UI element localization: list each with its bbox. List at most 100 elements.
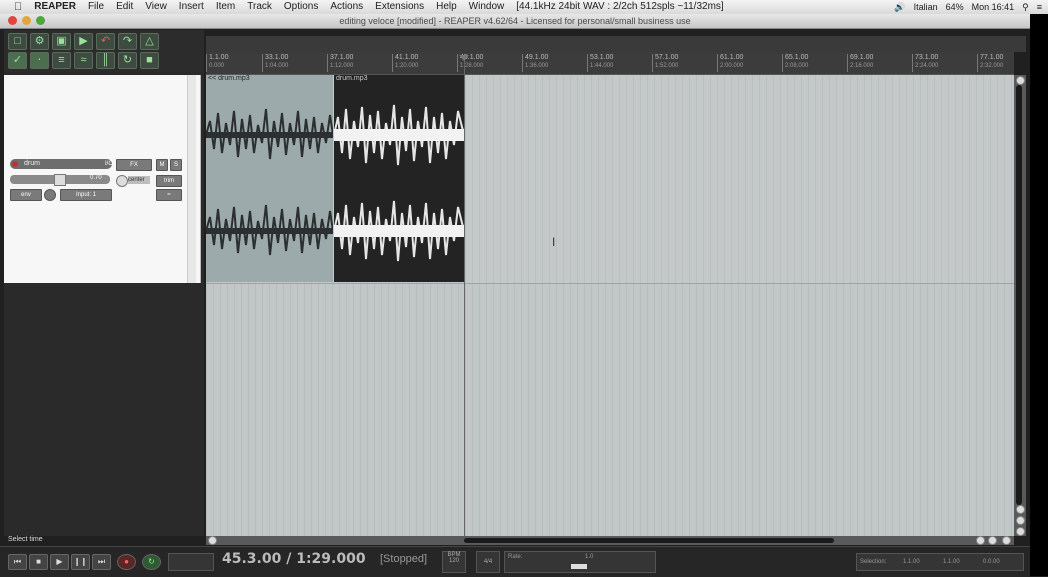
horizontal-scroll-thumb[interactable] <box>464 538 834 543</box>
minimize-window-button[interactable] <box>22 16 31 25</box>
menu-edit[interactable]: Edit <box>110 0 139 14</box>
main-toolbar: □ ⚙ ▣ ▶ ↶ ↷ △ ✓ ⋅ ≡ ≈ ║ ↻ ■ <box>4 30 204 72</box>
selection-length: 0.0.00 <box>983 559 1000 565</box>
ruler-tick: 69.1.00 2:16.000 <box>847 54 873 72</box>
mute-button[interactable]: M <box>156 159 168 171</box>
menu-extensions[interactable]: Extensions <box>369 0 430 14</box>
mouse-ibeam-icon: I <box>552 235 556 249</box>
go-to-end-icon[interactable]: ⏭ <box>92 554 111 570</box>
scroll-left-icon[interactable] <box>208 536 217 545</box>
input-language[interactable]: Italian <box>914 2 938 12</box>
menu-help[interactable]: Help <box>430 0 463 14</box>
selection-display[interactable]: Selection: 1.1.00 1.1.00 0.0.00 <box>856 553 1024 571</box>
zoom-out-horizontal-icon[interactable] <box>988 536 997 545</box>
vertical-scrollbar[interactable] <box>1014 75 1026 536</box>
pan-knob[interactable] <box>116 175 128 187</box>
apple-menu-icon[interactable]:  <box>0 0 28 14</box>
metronome-icon[interactable]: △ <box>140 33 159 50</box>
rate-label: Rate: <box>508 554 523 560</box>
solo-button[interactable]: S <box>170 159 182 171</box>
zoom-in-vertical-icon[interactable] <box>1016 505 1025 514</box>
ruler-tick: 37.1.00 1:12.000 <box>327 54 353 72</box>
volume-icon[interactable]: 🔊 <box>894 2 905 13</box>
track-name-field[interactable]: drum I/O <box>10 159 113 169</box>
zoom-in-horizontal-icon[interactable] <box>976 536 985 545</box>
repeat-icon[interactable]: ↻ <box>142 554 161 570</box>
go-to-start-icon[interactable]: ⏮ <box>8 554 27 570</box>
track-lane[interactable]: << drum.mp3 drum.mp3 <box>206 75 1014 284</box>
ruler-tick: 33.1.00 1:04.000 <box>262 54 288 72</box>
app-menu[interactable]: REAPER <box>28 0 82 14</box>
envelope-button[interactable]: ≈ <box>156 189 182 201</box>
arrange-view[interactable]: << drum.mp3 drum.mp3 <box>206 75 1014 536</box>
io-button[interactable]: I/O <box>105 159 113 169</box>
new-project-icon[interactable]: □ <box>8 33 27 50</box>
tcp-scrollbar[interactable] <box>187 75 196 283</box>
scroll-down-icon[interactable] <box>1016 527 1025 536</box>
edit-cursor[interactable] <box>464 55 465 536</box>
spotlight-search-icon[interactable]: ⚲ <box>1022 2 1029 13</box>
envelope-icon[interactable]: ≈ <box>74 52 93 69</box>
vertical-scroll-thumb[interactable] <box>1016 85 1022 505</box>
rate-slider-knob[interactable] <box>571 564 587 569</box>
input-select[interactable]: Input: 1 <box>60 189 112 201</box>
bpm-value: 120 <box>448 558 459 564</box>
bpm-display[interactable]: BPM 120 <box>442 551 466 573</box>
fx-chain-button[interactable]: trim <box>156 175 182 187</box>
redo-icon[interactable]: ↷ <box>118 33 137 50</box>
media-item[interactable]: << drum.mp3 <box>206 75 333 282</box>
rate-control[interactable]: Rate: 1.0 <box>504 551 656 573</box>
ruler-marker-lane[interactable] <box>206 36 1026 52</box>
audio-device-info[interactable]: [44.1kHz 24bit WAV : 2/2ch 512spls ~11/3… <box>510 0 729 14</box>
zoom-out-vertical-icon[interactable] <box>1016 516 1025 525</box>
media-item-selected[interactable]: drum.mp3 <box>334 75 464 282</box>
monitor-knob[interactable] <box>44 189 56 201</box>
menu-insert[interactable]: Insert <box>173 0 210 14</box>
volume-knob[interactable] <box>54 174 66 186</box>
menu-track[interactable]: Track <box>241 0 278 14</box>
auto-crossfade-icon[interactable]: ✓ <box>8 52 27 69</box>
clock[interactable]: Mon 16:41 <box>972 2 1015 12</box>
menu-view[interactable]: View <box>139 0 173 14</box>
zoom-window-button[interactable] <box>36 16 45 25</box>
loop-icon[interactable]: ↻ <box>118 52 137 69</box>
ripple-edit-icon[interactable]: ≡ <box>52 52 71 69</box>
save-icon[interactable]: ▣ <box>52 33 71 50</box>
play-icon[interactable]: ▶ <box>50 554 69 570</box>
grid-snap-icon[interactable]: ⋅ <box>30 52 49 69</box>
track-control-panel[interactable]: drum I/O FX M S 0.70 center trim env Inp… <box>4 75 201 283</box>
lock-icon[interactable]: ■ <box>140 52 159 69</box>
rate-value: 1.0 <box>585 554 594 560</box>
play-state: [Stopped] <box>380 553 428 565</box>
edit-cursor-marker-icon[interactable] <box>459 55 469 61</box>
battery-status[interactable]: 64% <box>946 2 964 12</box>
stop-icon[interactable]: ■ <box>29 554 48 570</box>
render-icon[interactable]: ▶ <box>74 33 93 50</box>
project-settings-icon[interactable]: ⚙ <box>30 33 49 50</box>
ruler-tick: 65.1.00 2:08.000 <box>782 54 808 72</box>
time-position[interactable]: 45.3.00 / 1:29.000 <box>222 551 366 567</box>
menu-window[interactable]: Window <box>463 0 511 14</box>
close-window-button[interactable] <box>8 16 17 25</box>
notification-list-icon[interactable]: ≡ <box>1037 2 1042 12</box>
menu-options[interactable]: Options <box>278 0 324 14</box>
selection-end: 1.1.00 <box>943 559 960 565</box>
timeline-ruler[interactable]: 1.1.00 0.000 33.1.00 1:04.000 37.1.00 1:12.… <box>206 52 1014 75</box>
record-monitor-button[interactable]: env <box>10 189 42 201</box>
transport-mode-display[interactable] <box>168 553 214 571</box>
menu-item[interactable]: Item <box>210 0 241 14</box>
pause-icon[interactable]: ❙❙ <box>71 554 90 570</box>
fx-button[interactable]: FX <box>116 159 152 171</box>
record-icon[interactable]: ● <box>117 554 136 570</box>
time-signature[interactable]: 4/4 <box>476 551 500 573</box>
menu-actions[interactable]: Actions <box>324 0 369 14</box>
grid-lines-icon[interactable]: ║ <box>96 52 115 69</box>
item-label: << drum.mp3 <box>208 75 250 82</box>
item-label: drum.mp3 <box>336 75 368 82</box>
scroll-right-icon[interactable] <box>1002 536 1011 545</box>
horizontal-scrollbar[interactable] <box>206 536 1014 545</box>
undo-icon[interactable]: ↶ <box>96 33 115 50</box>
scroll-up-icon[interactable] <box>1016 76 1025 85</box>
record-arm-icon[interactable] <box>12 161 18 167</box>
menu-file[interactable]: File <box>82 0 110 14</box>
